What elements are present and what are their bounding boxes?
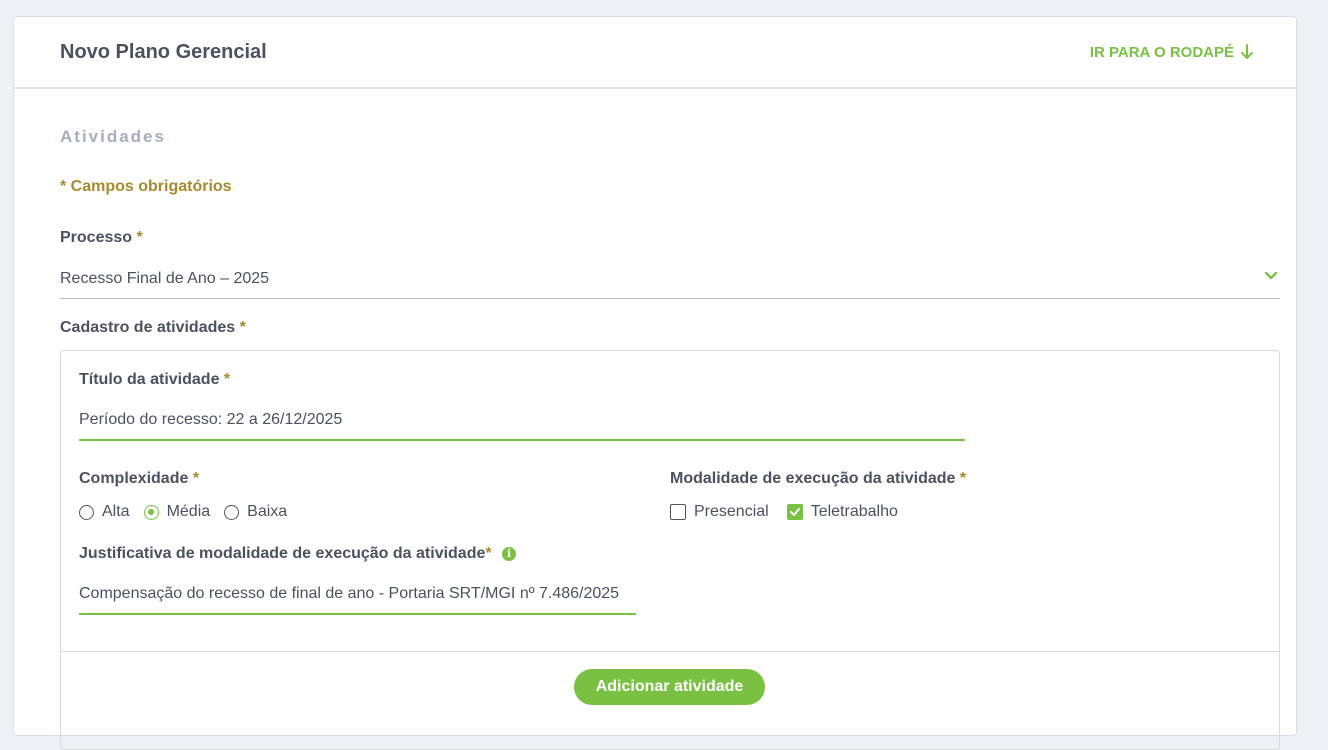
required-fields-note: * Campos obrigatórios bbox=[60, 178, 232, 195]
plano-card: Novo Plano Gerencial IR PARA O RODAPÉ At… bbox=[13, 16, 1297, 750]
card-header: Novo Plano Gerencial IR PARA O RODAPÉ bbox=[14, 17, 1296, 89]
complexidade-option-media[interactable]: Média bbox=[143, 503, 210, 521]
processo-select-value: Recesso Final de Ano – 2025 bbox=[60, 270, 270, 287]
cadastro-label: Cadastro de atividades * bbox=[60, 319, 246, 336]
modalidade-checkbox-group: Presencial Teletrabalho bbox=[670, 503, 912, 521]
checkmark-icon bbox=[789, 508, 800, 516]
processo-label: Processo * bbox=[60, 229, 143, 246]
info-icon[interactable]: i bbox=[502, 547, 517, 561]
go-to-footer-link[interactable]: IR PARA O RODAPÉ bbox=[1090, 44, 1254, 61]
chevron-down-icon bbox=[1264, 271, 1278, 280]
modalidade-option-presencial[interactable]: Presencial bbox=[670, 503, 769, 521]
complexidade-label: Complexidade * bbox=[79, 470, 200, 487]
complexidade-option-baixa[interactable]: Baixa bbox=[224, 503, 287, 521]
radio-media[interactable] bbox=[143, 504, 159, 520]
modalidade-option-teletrabalho[interactable]: Teletrabalho bbox=[786, 503, 898, 521]
complexidade-option-alta[interactable]: Alta bbox=[79, 503, 130, 521]
checkbox-teletrabalho[interactable] bbox=[786, 504, 803, 520]
section-title: Atividades bbox=[60, 127, 166, 146]
radio-alta[interactable] bbox=[79, 504, 94, 520]
form-divider bbox=[61, 651, 1279, 652]
titulo-input[interactable]: Período do recesso: 22 a 26/12/2025 bbox=[79, 411, 965, 441]
arrow-down-icon bbox=[1241, 44, 1253, 59]
page-title: Novo Plano Gerencial bbox=[60, 40, 267, 63]
radio-baixa[interactable] bbox=[224, 504, 240, 520]
add-activity-button[interactable]: Adicionar atividade bbox=[574, 669, 765, 705]
activity-form-box: Título da atividade * Período do recesso… bbox=[60, 350, 1280, 750]
go-to-footer-label: IR PARA O RODAPÉ bbox=[1089, 43, 1234, 61]
modalidade-label: Modalidade de execução da atividade * bbox=[670, 470, 967, 487]
justificativa-input[interactable]: Compensação do recesso de final de ano -… bbox=[79, 585, 636, 615]
checkbox-presencial[interactable] bbox=[670, 504, 686, 520]
justificativa-label: Justificativa de modalidade de execução … bbox=[79, 545, 517, 563]
processo-select[interactable]: Recesso Final de Ano – 2025 bbox=[60, 265, 1280, 299]
complexidade-radio-group: Alta Média Baixa bbox=[79, 503, 301, 521]
titulo-label: Título da atividade * bbox=[79, 371, 231, 388]
